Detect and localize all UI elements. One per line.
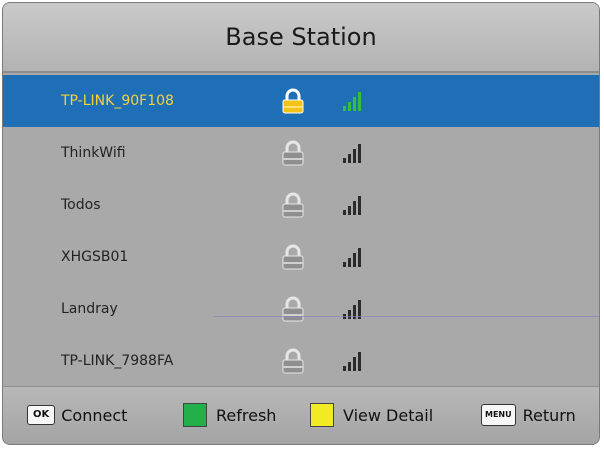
network-row[interactable]: Landray [3, 283, 599, 335]
lock-icon [282, 192, 304, 218]
network-ssid: TP-LINK_90F108 [61, 93, 174, 109]
network-ssid: Landray [61, 301, 118, 317]
connect-hint[interactable]: OK Connect [27, 400, 127, 430]
green-key-icon [183, 403, 207, 427]
return-hint[interactable]: MENU Return [481, 400, 576, 430]
signal-strength-icon [343, 248, 361, 267]
network-ssid: TP-LINK_7988FA [61, 353, 174, 369]
network-row[interactable]: TP-LINK_7988FA [3, 335, 599, 387]
network-row[interactable]: ThinkWifi [3, 127, 599, 179]
view-detail-hint[interactable]: View Detail [310, 400, 433, 430]
lock-icon [282, 244, 304, 270]
refresh-label: Refresh [216, 405, 277, 425]
lock-icon [282, 140, 304, 166]
page-title: Base Station [225, 23, 377, 51]
signal-strength-icon [343, 92, 361, 111]
signal-strength-icon [343, 144, 361, 163]
network-row[interactable]: Todos [3, 179, 599, 231]
menu-key-icon: MENU [481, 404, 516, 426]
divider-line [213, 316, 599, 317]
refresh-hint[interactable]: Refresh [183, 400, 276, 430]
header-bar: Base Station [3, 3, 599, 73]
network-ssid: XHGSB01 [61, 249, 129, 265]
return-label: Return [522, 405, 576, 425]
footer-key-bar: OK Connect Refresh View Detail MENU Retu… [3, 386, 599, 444]
yellow-key-icon [310, 403, 334, 427]
lock-icon [282, 88, 304, 114]
network-ssid: ThinkWifi [61, 145, 126, 161]
ok-key-icon: OK [27, 405, 56, 425]
network-ssid: Todos [61, 197, 101, 213]
network-list[interactable]: TP-LINK_90F108 ThinkWifi Todos XHGSB01 L… [3, 75, 599, 387]
lock-icon [282, 348, 304, 374]
signal-strength-icon [343, 352, 361, 371]
signal-strength-icon [343, 196, 361, 215]
lock-icon [282, 296, 304, 322]
network-row[interactable]: XHGSB01 [3, 231, 599, 283]
connect-label: Connect [61, 405, 128, 425]
network-row[interactable]: TP-LINK_90F108 [3, 75, 599, 127]
view-detail-label: View Detail [343, 405, 434, 425]
base-station-window: Base Station TP-LINK_90F108 ThinkWifi To… [2, 2, 600, 445]
